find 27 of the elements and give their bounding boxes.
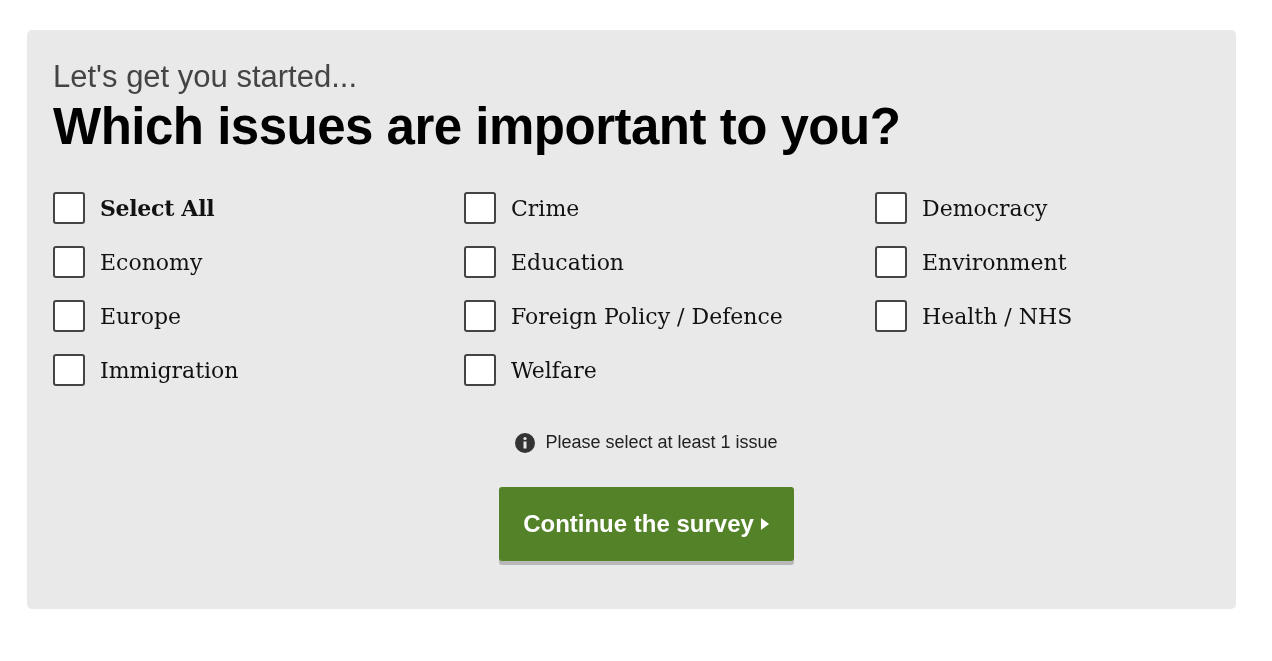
checkbox[interactable] bbox=[464, 246, 496, 278]
checkbox[interactable] bbox=[875, 300, 907, 332]
checkbox[interactable] bbox=[875, 246, 907, 278]
checkbox-label: Immigration bbox=[100, 357, 239, 383]
checkbox-label: Welfare bbox=[511, 357, 597, 383]
checkbox-label: Select All bbox=[100, 195, 215, 221]
checkbox-label: Environment bbox=[922, 249, 1067, 275]
checkbox-label: Foreign Policy / Defence bbox=[511, 303, 783, 329]
checkbox-label: Europe bbox=[100, 303, 182, 329]
intro-text: Let's get you started... bbox=[53, 58, 359, 96]
checkbox[interactable] bbox=[464, 300, 496, 332]
heading: Which issues are important to you? bbox=[53, 97, 902, 157]
info-icon bbox=[515, 432, 536, 453]
checkbox-label: Health / NHS bbox=[922, 303, 1073, 329]
caret-icon bbox=[759, 517, 770, 531]
checkbox-label: Crime bbox=[511, 195, 580, 221]
checkbox[interactable] bbox=[875, 192, 907, 224]
checkbox-label: Democracy bbox=[922, 195, 1048, 221]
checkbox[interactable] bbox=[53, 354, 85, 386]
checkbox[interactable] bbox=[53, 246, 85, 278]
checkbox[interactable] bbox=[53, 300, 85, 332]
checkbox[interactable] bbox=[464, 354, 496, 386]
checkbox-label: Economy bbox=[100, 249, 203, 275]
checkbox-label: Education bbox=[511, 249, 625, 275]
checkbox[interactable] bbox=[464, 192, 496, 224]
hint-text: Please select at least 1 issue bbox=[545, 432, 778, 453]
checkbox[interactable] bbox=[53, 192, 85, 224]
